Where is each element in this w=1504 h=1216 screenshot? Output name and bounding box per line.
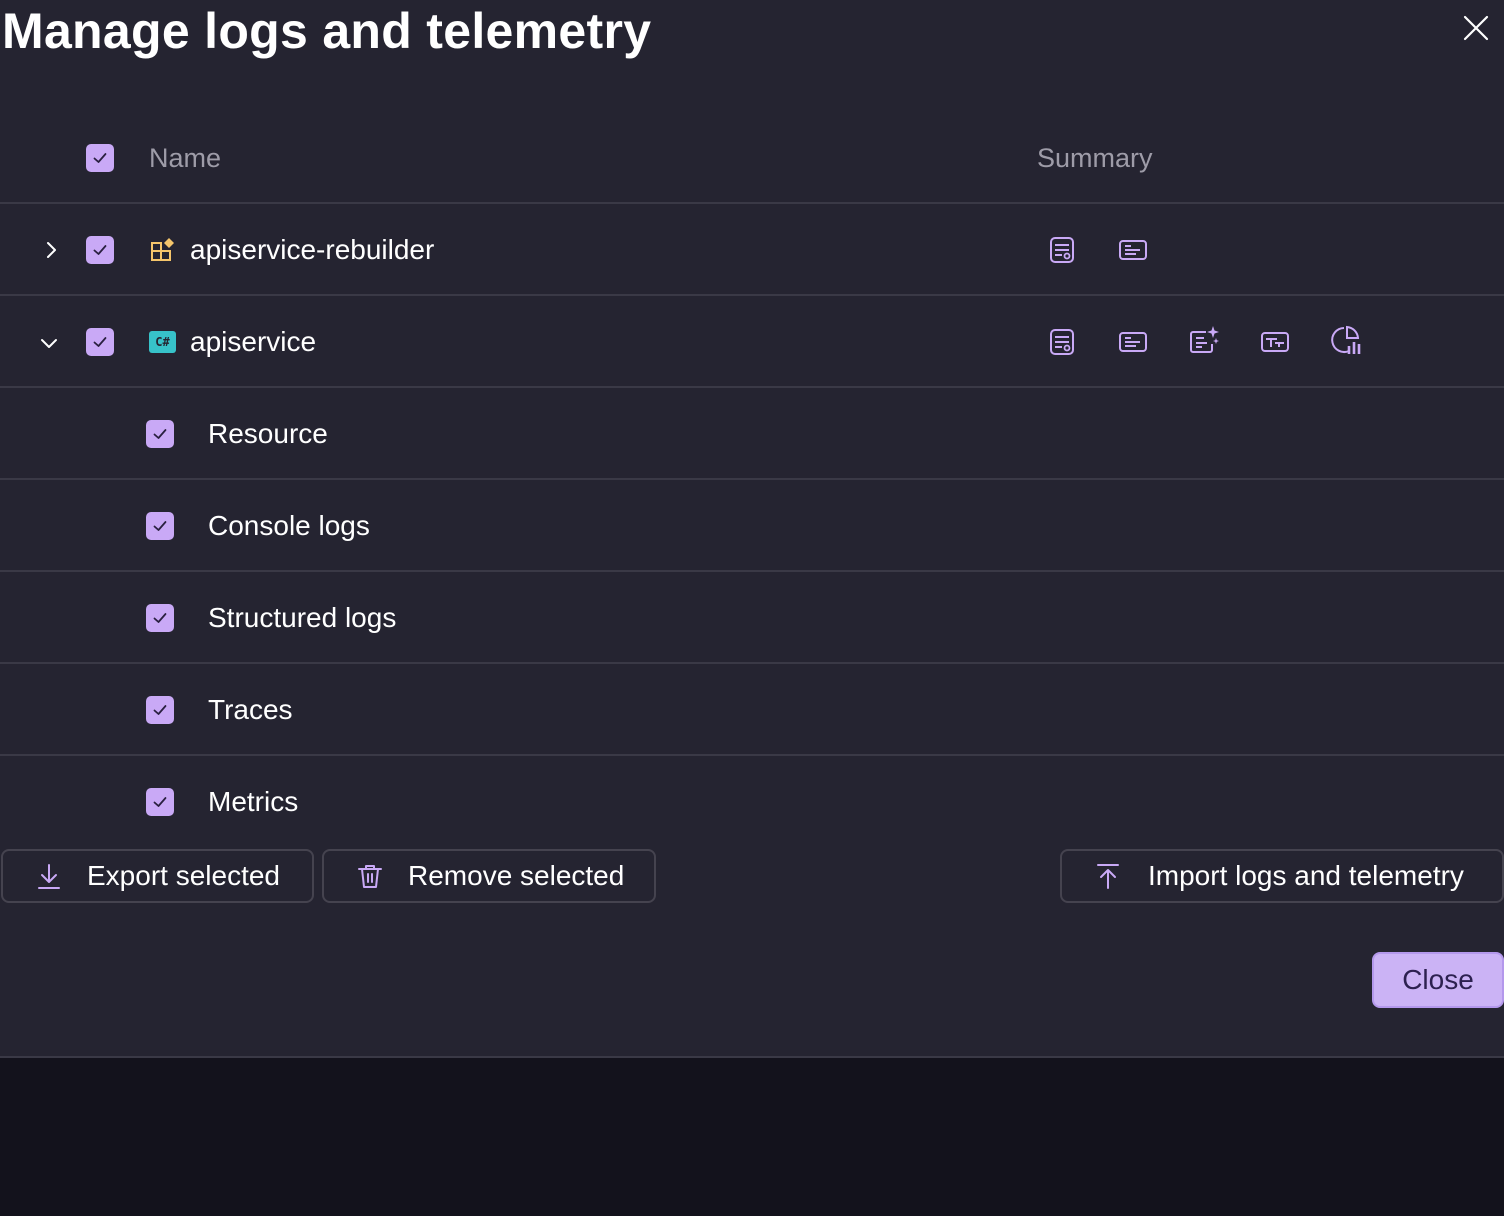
row-label: apiservice-rebuilder: [190, 234, 435, 265]
download-icon: [38, 864, 60, 889]
table-row[interactable]: apiservice-rebuilder: [0, 204, 1504, 296]
table-row-child[interactable]: Resource: [0, 388, 1504, 480]
child-checkbox[interactable]: [146, 420, 174, 448]
export-selected-button[interactable]: Export selected: [1, 849, 314, 903]
table-row-child[interactable]: Structured logs: [0, 572, 1504, 664]
checkmark-icon: [153, 521, 167, 531]
child-checkbox[interactable]: [146, 604, 174, 632]
checkmark-icon: [153, 613, 167, 623]
checkmark-icon: [153, 705, 167, 715]
child-label: Resource: [208, 418, 328, 449]
table-row-child[interactable]: Console logs: [0, 480, 1504, 572]
resource-icon[interactable]: [1046, 326, 1078, 358]
column-header-summary[interactable]: Summary: [1037, 142, 1153, 174]
import-logs-label: Import logs and telemetry: [1148, 860, 1464, 891]
chevron-down-icon[interactable]: [38, 332, 60, 354]
child-checkbox[interactable]: [146, 788, 174, 816]
close-icon[interactable]: [1458, 10, 1494, 46]
child-label: Traces: [208, 694, 293, 725]
structured-logs-icon[interactable]: [1188, 324, 1220, 356]
export-selected-label: Export selected: [87, 860, 280, 891]
close-button[interactable]: Close: [1372, 952, 1504, 1008]
remove-selected-button[interactable]: Remove selected: [322, 849, 656, 903]
checkmark-icon: [153, 797, 167, 807]
child-label: Structured logs: [208, 602, 397, 633]
table-row-child[interactable]: Metrics: [0, 756, 1504, 848]
checkmark-icon: [153, 429, 167, 439]
row-checkbox[interactable]: [86, 236, 114, 264]
row-checkbox[interactable]: [86, 328, 114, 356]
csharp-icon-text: C#: [155, 335, 170, 349]
csharp-icon: C#: [149, 331, 176, 353]
child-label: Console logs: [208, 510, 370, 541]
traces-icon[interactable]: [1259, 326, 1291, 358]
remove-selected-label: Remove selected: [408, 860, 625, 891]
table-header: Name Summary: [0, 112, 1504, 204]
manage-logs-dialog: Manage logs and telemetry Name Summary a…: [0, 0, 1504, 1058]
row-label: apiservice: [190, 326, 317, 357]
close-button-label: Close: [1402, 964, 1474, 995]
metrics-icon[interactable]: [1330, 324, 1362, 356]
select-all-checkbox[interactable]: [86, 144, 114, 172]
child-label: Metrics: [208, 786, 299, 817]
chevron-right-icon[interactable]: [40, 239, 62, 261]
child-checkbox[interactable]: [146, 512, 174, 540]
column-header-name[interactable]: Name: [149, 142, 221, 174]
console-logs-icon[interactable]: [1117, 326, 1149, 358]
console-logs-icon[interactable]: [1117, 234, 1149, 266]
resource-icon[interactable]: [1046, 234, 1078, 266]
checkmark-icon: [93, 337, 107, 347]
table-row-child[interactable]: Traces: [0, 664, 1504, 756]
dialog-title: Manage logs and telemetry: [2, 3, 652, 59]
trash-icon: [358, 865, 382, 888]
table-row[interactable]: C# apiservice: [0, 296, 1504, 388]
upload-icon: [1097, 864, 1119, 889]
checkmark-icon: [93, 245, 107, 255]
child-checkbox[interactable]: [146, 696, 174, 724]
import-logs-button[interactable]: Import logs and telemetry: [1060, 849, 1504, 903]
checkmark-icon: [93, 153, 107, 163]
project-icon: [151, 238, 174, 261]
